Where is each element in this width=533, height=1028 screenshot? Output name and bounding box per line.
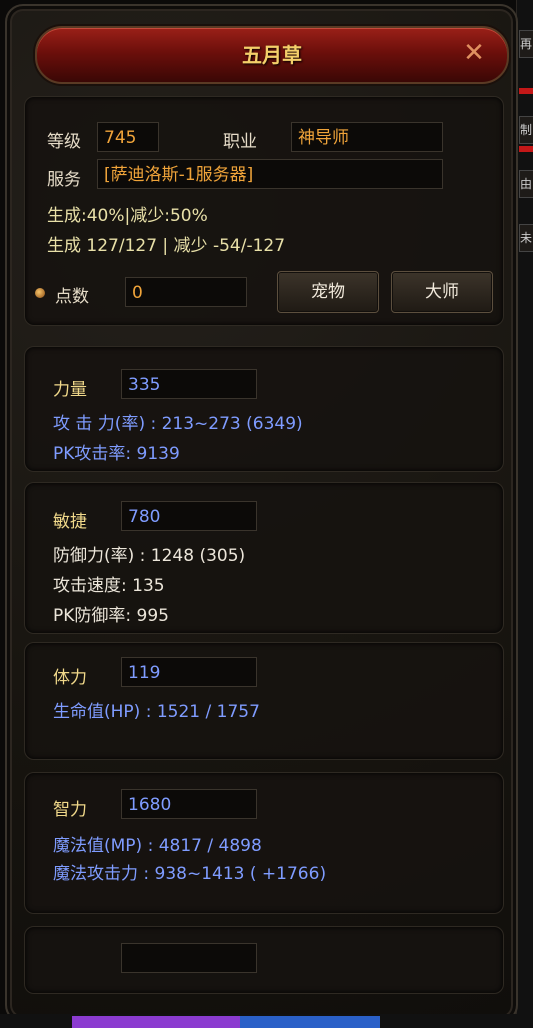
vitality-value: 119 xyxy=(121,657,257,687)
server-label: 服务 xyxy=(47,170,81,190)
point-dot-icon xyxy=(35,288,45,298)
bottom-blue-bar xyxy=(240,1016,380,1028)
side-tab-4[interactable]: 未 xyxy=(519,224,533,252)
side-ui-strip: 再 制 由 未 xyxy=(516,0,533,1028)
vitality-section: 体力 119 生命值(HP) : 1521 / 1757 xyxy=(24,642,504,760)
points-value: 0 xyxy=(125,277,247,307)
game-screen: 再 制 由 未 五月草 ✕ 等级 745 职业 神导师 服务 [萨迪洛斯-1服务… xyxy=(0,0,533,1028)
vitality-label: 体力 xyxy=(53,668,87,688)
master-button[interactable]: 大师 xyxy=(391,271,493,313)
points-label: 点数 xyxy=(55,287,89,307)
class-value: 神导师 xyxy=(291,122,443,152)
command-stat-value xyxy=(121,943,257,973)
strength-label: 力量 xyxy=(53,380,87,400)
class-label: 职业 xyxy=(223,132,257,152)
character-info-panel: 五月草 ✕ 等级 745 职业 神导师 服务 [萨迪洛斯-1服务器] 生成:40… xyxy=(5,4,518,1023)
mp-line: 魔法值(MP) : 4817 / 4898 xyxy=(53,836,262,856)
character-name: 五月草 xyxy=(242,43,302,67)
generation-rate-line: 生成:40%|减少:50% xyxy=(47,206,208,226)
side-tab-1[interactable]: 再 xyxy=(519,30,533,58)
energy-section: 智力 1680 魔法值(MP) : 4817 / 4898 魔法攻击力 : 93… xyxy=(24,772,504,914)
magic-attack-line: 魔法攻击力 : 938~1413 ( +1766) xyxy=(53,864,327,884)
title-bar[interactable]: 五月草 ✕ xyxy=(35,26,509,84)
server-value: [萨迪洛斯-1服务器] xyxy=(97,159,443,189)
attack-power-line: 攻 击 力(率) : 213~273 (6349) xyxy=(53,414,303,434)
character-info-section: 等级 745 职业 神导师 服务 [萨迪洛斯-1服务器] 生成:40%|减少:5… xyxy=(24,96,504,326)
pk-defense-rate-line: PK防御率: 995 xyxy=(53,606,169,626)
close-x-icon[interactable]: ✕ xyxy=(459,38,489,68)
agility-value: 780 xyxy=(121,501,257,531)
level-value: 745 xyxy=(97,122,159,152)
hp-line: 生命值(HP) : 1521 / 1757 xyxy=(53,702,260,722)
agility-section: 敏捷 780 防御力(率) : 1248 (305) 攻击速度: 135 PK防… xyxy=(24,482,504,634)
pk-attack-rate-line: PK攻击率: 9139 xyxy=(53,444,180,464)
generation-stats-line: 生成 127/127 | 减少 -54/-127 xyxy=(47,236,286,256)
side-red-bar-1 xyxy=(519,88,533,94)
level-label: 等级 xyxy=(47,132,81,152)
strength-value: 335 xyxy=(121,369,257,399)
energy-label: 智力 xyxy=(53,800,87,820)
bottom-purple-bar xyxy=(72,1016,240,1028)
command-section xyxy=(24,926,504,994)
agility-label: 敏捷 xyxy=(53,512,87,532)
energy-value: 1680 xyxy=(121,789,257,819)
pet-button[interactable]: 宠物 xyxy=(277,271,379,313)
side-red-bar-2 xyxy=(519,146,533,152)
side-tab-3[interactable]: 由 xyxy=(519,170,533,198)
strength-section: 力量 335 攻 击 力(率) : 213~273 (6349) PK攻击率: … xyxy=(24,346,504,472)
attack-speed-line: 攻击速度: 135 xyxy=(53,576,165,596)
defense-line: 防御力(率) : 1248 (305) xyxy=(53,546,246,566)
side-tab-2[interactable]: 制 xyxy=(519,116,533,144)
